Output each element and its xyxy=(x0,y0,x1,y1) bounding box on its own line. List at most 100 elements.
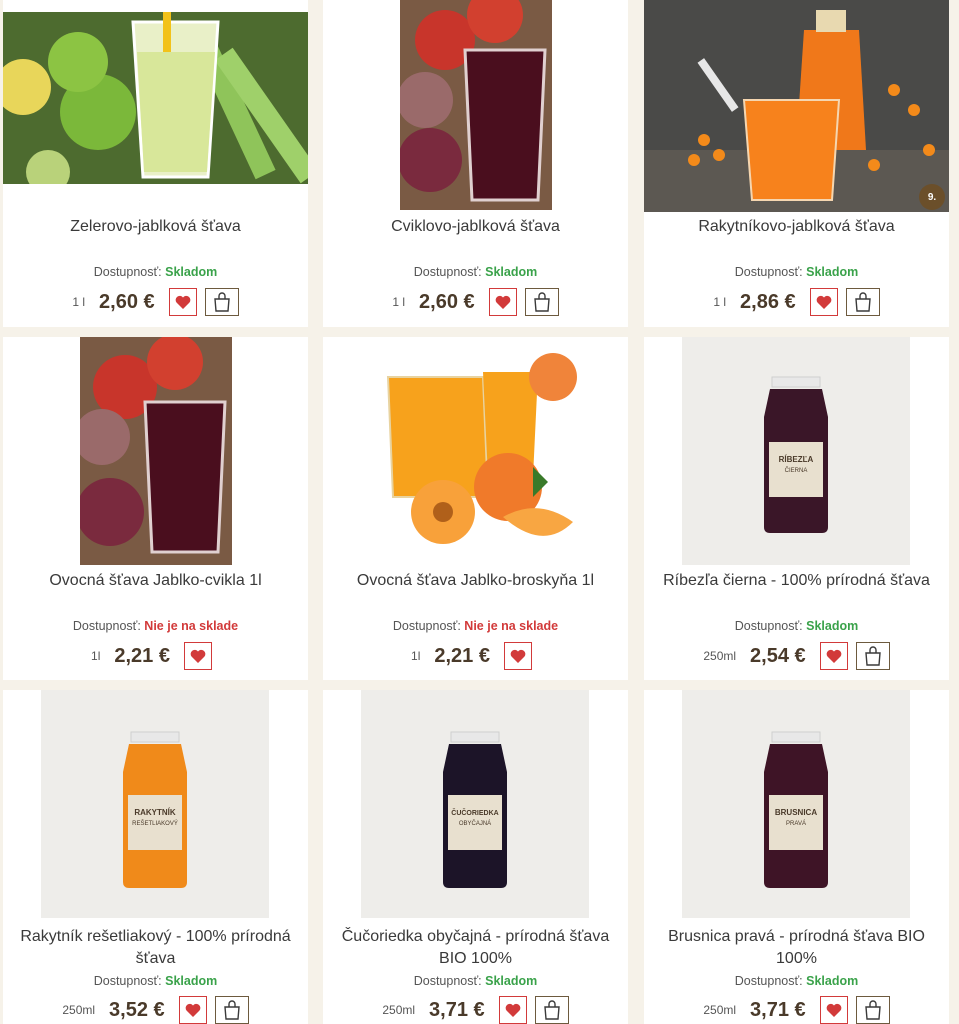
buy-row: 1 l 2,60 € xyxy=(323,288,628,316)
product-image[interactable] xyxy=(3,12,308,184)
product-card[interactable]: ČUČORIEDKA OBYČAJNÁ Čučoriedka obyčajná … xyxy=(323,690,628,1024)
availability-status: Skladom xyxy=(806,619,859,633)
product-name[interactable]: Ríbezľa čierna - 100% prírodná šťava xyxy=(644,570,949,592)
price: 2,60 € xyxy=(419,290,475,313)
heart-icon xyxy=(505,1003,520,1017)
add-to-cart-button[interactable] xyxy=(534,996,569,1024)
product-image[interactable] xyxy=(644,0,949,212)
add-to-cart-button[interactable] xyxy=(855,642,890,670)
availability-status: Nie je na sklade xyxy=(144,619,239,633)
bottle-label-line-2: PRAVÁ xyxy=(786,820,806,827)
availability-status: Skladom xyxy=(806,265,859,279)
price: 3,71 € xyxy=(750,998,806,1021)
shopping-bag-icon xyxy=(213,292,230,312)
shopping-bag-icon xyxy=(543,1000,560,1020)
product-name[interactable]: Čučoriedka obyčajná - prírodná šťava BIO… xyxy=(323,926,628,970)
heart-icon xyxy=(495,295,510,309)
availability: Dostupnosť: Skladom xyxy=(734,619,859,633)
product-image[interactable]: ČUČORIEDKA OBYČAJNÁ xyxy=(361,690,589,918)
bottle-label-line-1: BRUSNICA xyxy=(775,808,817,817)
unit-size: 250ml xyxy=(62,1003,96,1017)
product-name[interactable]: Cviklovo-jablková šťava xyxy=(323,216,628,238)
availability-status: Skladom xyxy=(806,974,859,988)
product-card[interactable]: Ovocná šťava Jablko-broskyňa 1l Dostupno… xyxy=(323,337,628,680)
product-grid: Zelerovo-jablková šťava Dostupnosť: Skla… xyxy=(0,0,959,1024)
availability: Dostupnosť: Skladom xyxy=(413,974,538,988)
product-card[interactable]: Zelerovo-jablková šťava Dostupnosť: Skla… xyxy=(3,0,308,327)
bottle-label-line-1: RÍBEZĽA xyxy=(779,455,814,464)
product-name[interactable]: Brusnica pravá - prírodná šťava BIO 100% xyxy=(644,926,949,970)
heart-icon xyxy=(190,649,206,663)
unit-size: 1l xyxy=(411,649,421,663)
product-card[interactable]: Ovocná šťava Jablko-cvikla 1l Dostupnosť… xyxy=(3,337,308,680)
shopping-bag-icon xyxy=(864,1000,881,1020)
availability: Dostupnosť: Skladom xyxy=(734,974,859,988)
add-to-favorites-button[interactable] xyxy=(503,642,532,670)
bottle-label-line-1: RAKYTNÍK xyxy=(134,808,176,817)
add-to-favorites-button[interactable] xyxy=(498,996,527,1024)
heart-icon xyxy=(826,1003,841,1017)
unit-size: 1 l xyxy=(72,295,86,309)
product-name[interactable]: Rakytník rešetliakový - 100% prírodná šť… xyxy=(3,926,308,970)
unit-size: 1 l xyxy=(392,295,406,309)
buy-row: 1 l 2,86 € xyxy=(644,288,949,316)
availability-status: Skladom xyxy=(485,265,538,279)
shopping-bag-icon xyxy=(533,292,550,312)
price: 2,86 € xyxy=(740,290,796,313)
shopping-bag-icon xyxy=(864,646,881,666)
add-to-cart-button[interactable] xyxy=(524,288,559,316)
buy-row: 1 l 2,60 € xyxy=(3,288,308,316)
availability: Dostupnosť: Skladom xyxy=(93,265,218,279)
shopping-bag-icon xyxy=(854,292,871,312)
availability-status: Skladom xyxy=(165,974,218,988)
availability-status: Skladom xyxy=(165,265,218,279)
product-card[interactable]: 9. Rakytníkovo-jablková šťava Dostupnosť… xyxy=(644,0,949,327)
availability: Dostupnosť: Skladom xyxy=(413,265,538,279)
add-to-favorites-button[interactable] xyxy=(168,288,197,316)
bottle-label-line-2: ČIERNA xyxy=(785,467,808,474)
price: 2,21 € xyxy=(114,644,170,667)
product-image[interactable] xyxy=(400,0,552,210)
add-to-favorites-button[interactable] xyxy=(819,996,848,1024)
add-to-cart-button[interactable] xyxy=(204,288,239,316)
unit-size: 250ml xyxy=(382,1003,416,1017)
unit-size: 250ml xyxy=(703,649,737,663)
product-image[interactable]: RAKYTNÍK REŠETLIAKOVÝ xyxy=(41,690,269,918)
price: 2,60 € xyxy=(99,290,155,313)
bottle-label-line-2: REŠETLIAKOVÝ xyxy=(132,820,178,827)
buy-row: 250ml 3,71 € xyxy=(323,996,628,1024)
product-card[interactable]: RAKYTNÍK REŠETLIAKOVÝ Rakytník rešetliak… xyxy=(3,690,308,1024)
buy-row: 250ml 3,71 € xyxy=(644,996,949,1024)
shopping-bag-icon xyxy=(223,1000,240,1020)
product-image[interactable]: BRUSNICA PRAVÁ xyxy=(682,690,910,918)
price: 2,54 € xyxy=(750,644,806,667)
availability-status: Skladom xyxy=(485,974,538,988)
heart-icon xyxy=(510,649,526,663)
add-to-favorites-button[interactable] xyxy=(809,288,838,316)
product-name[interactable]: Zelerovo-jablková šťava xyxy=(3,216,308,238)
add-to-favorites-button[interactable] xyxy=(819,642,848,670)
product-image[interactable]: RÍBEZĽA ČIERNA xyxy=(682,337,910,565)
add-to-favorites-button[interactable] xyxy=(183,642,212,670)
product-image[interactable] xyxy=(363,337,591,565)
availability-status: Nie je na sklade xyxy=(464,619,559,633)
product-card[interactable]: BRUSNICA PRAVÁ Brusnica pravá - prírodná… xyxy=(644,690,949,1024)
product-name[interactable]: Ovocná šťava Jablko-broskyňa 1l xyxy=(323,570,628,592)
buy-row: 250ml 2,54 € xyxy=(644,642,949,670)
buy-row: 1l 2,21 € xyxy=(3,642,308,670)
product-name[interactable]: Ovocná šťava Jablko-cvikla 1l xyxy=(3,570,308,592)
product-name[interactable]: Rakytníkovo-jablková šťava xyxy=(644,216,949,238)
product-card[interactable]: Cviklovo-jablková šťava Dostupnosť: Skla… xyxy=(323,0,628,327)
heart-icon xyxy=(175,295,190,309)
add-to-cart-button[interactable] xyxy=(214,996,249,1024)
unit-size: 250ml xyxy=(703,1003,737,1017)
availability: Dostupnosť: Skladom xyxy=(734,265,859,279)
heart-icon xyxy=(816,295,831,309)
add-to-cart-button[interactable] xyxy=(845,288,880,316)
price: 2,21 € xyxy=(434,644,490,667)
add-to-favorites-button[interactable] xyxy=(488,288,517,316)
product-image[interactable] xyxy=(80,337,232,565)
product-card[interactable]: RÍBEZĽA ČIERNA Ríbezľa čierna - 100% prí… xyxy=(644,337,949,680)
add-to-favorites-button[interactable] xyxy=(178,996,207,1024)
add-to-cart-button[interactable] xyxy=(855,996,890,1024)
